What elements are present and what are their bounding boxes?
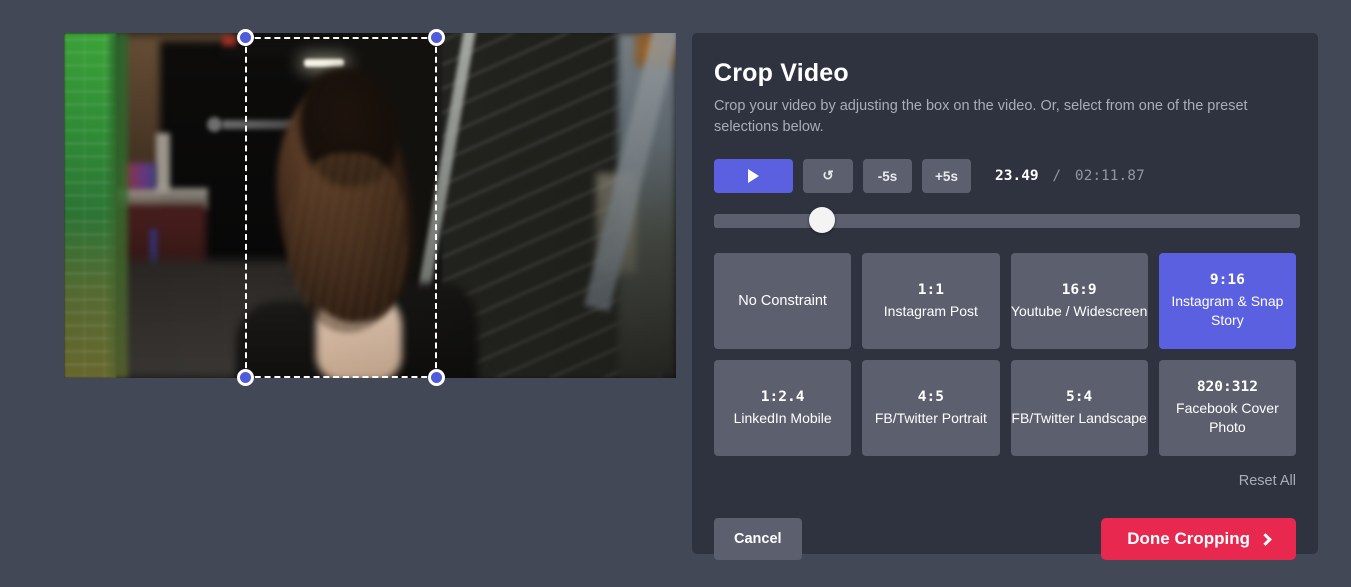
preset-label: FB/Twitter Portrait bbox=[874, 409, 987, 426]
video-preview[interactable] bbox=[64, 33, 676, 378]
preset-label: Facebook Cover Photo bbox=[1176, 400, 1279, 435]
preset-ratio: 9:16 bbox=[1209, 272, 1245, 288]
time-display: 23.49 / 02:11.87 bbox=[995, 168, 1145, 184]
preset-no-constraint[interactable]: No Constraint bbox=[714, 253, 852, 349]
preset-label: No Constraint bbox=[738, 293, 827, 309]
crop-video-screen: Crop Video Crop your video by adjusting … bbox=[0, 0, 1351, 587]
reset-row: Reset All bbox=[714, 473, 1296, 489]
preset-ratio: 820:312 bbox=[1196, 379, 1258, 395]
preset-label: Instagram Post bbox=[883, 302, 978, 319]
preset-grid: No Constraint 1:1 Instagram Post 16:9 Yo… bbox=[714, 253, 1296, 456]
reset-all-button[interactable]: Reset All bbox=[1239, 473, 1296, 489]
preset-16-9[interactable]: 16:9 Youtube / Widescreen bbox=[1010, 253, 1148, 349]
preset-1-2-4[interactable]: 1:2.4 LinkedIn Mobile bbox=[714, 360, 852, 456]
timeline-scrubber[interactable] bbox=[714, 207, 1300, 233]
video-frame-image bbox=[64, 33, 676, 378]
preset-5-4[interactable]: 5:4 FB/Twitter Landscape bbox=[1010, 360, 1148, 456]
preset-ratio: 1:2.4 bbox=[760, 388, 805, 405]
preset-ratio: 5:4 bbox=[1066, 388, 1093, 405]
scrubber-track[interactable] bbox=[714, 214, 1300, 228]
preset-ratio: 4:5 bbox=[917, 388, 944, 405]
scrubber-thumb[interactable] bbox=[809, 207, 835, 233]
preset-9-16[interactable]: 9:16 Instagram & Snap Story bbox=[1158, 253, 1296, 349]
total-time: 02:11.87 bbox=[1074, 168, 1145, 184]
time-separator: / bbox=[1052, 168, 1062, 184]
preset-label: FB/Twitter Landscape bbox=[1011, 409, 1147, 426]
done-cropping-button[interactable]: Done Cropping bbox=[1101, 518, 1296, 560]
chevron-right-icon bbox=[1259, 532, 1272, 546]
preset-4-5[interactable]: 4:5 FB/Twitter Portrait bbox=[862, 360, 1000, 456]
page-title: Crop Video bbox=[714, 59, 849, 87]
preset-820-312[interactable]: 820:312 Facebook Cover Photo bbox=[1158, 360, 1296, 456]
playback-controls: ↺ -5s +5s 23.49 / 02:11.87 bbox=[714, 159, 1296, 193]
play-button[interactable] bbox=[714, 159, 793, 193]
preset-label: Youtube / Widescreen bbox=[1010, 302, 1148, 319]
cancel-button[interactable]: Cancel bbox=[714, 518, 802, 560]
preset-ratio: 1:1 bbox=[917, 281, 944, 298]
restart-icon: ↺ bbox=[822, 168, 834, 183]
preset-1-1[interactable]: 1:1 Instagram Post bbox=[862, 253, 1000, 349]
restart-button[interactable]: ↺ bbox=[803, 159, 853, 193]
done-cropping-label: Done Cropping bbox=[1127, 529, 1250, 548]
preset-label: LinkedIn Mobile bbox=[733, 409, 832, 426]
current-time: 23.49 bbox=[995, 168, 1039, 184]
panel-footer: Cancel Done Cropping bbox=[714, 518, 1296, 560]
preset-label: Instagram & Snap Story bbox=[1171, 293, 1284, 328]
preset-ratio: 16:9 bbox=[1061, 281, 1097, 298]
crop-settings-panel: Crop Video Crop your video by adjusting … bbox=[692, 33, 1318, 560]
panel-description: Crop your video by adjusting the box on … bbox=[714, 98, 1248, 135]
seek-back-5s-button[interactable]: -5s bbox=[863, 159, 912, 193]
play-icon bbox=[748, 169, 759, 183]
seek-forward-5s-button[interactable]: +5s bbox=[922, 159, 971, 193]
